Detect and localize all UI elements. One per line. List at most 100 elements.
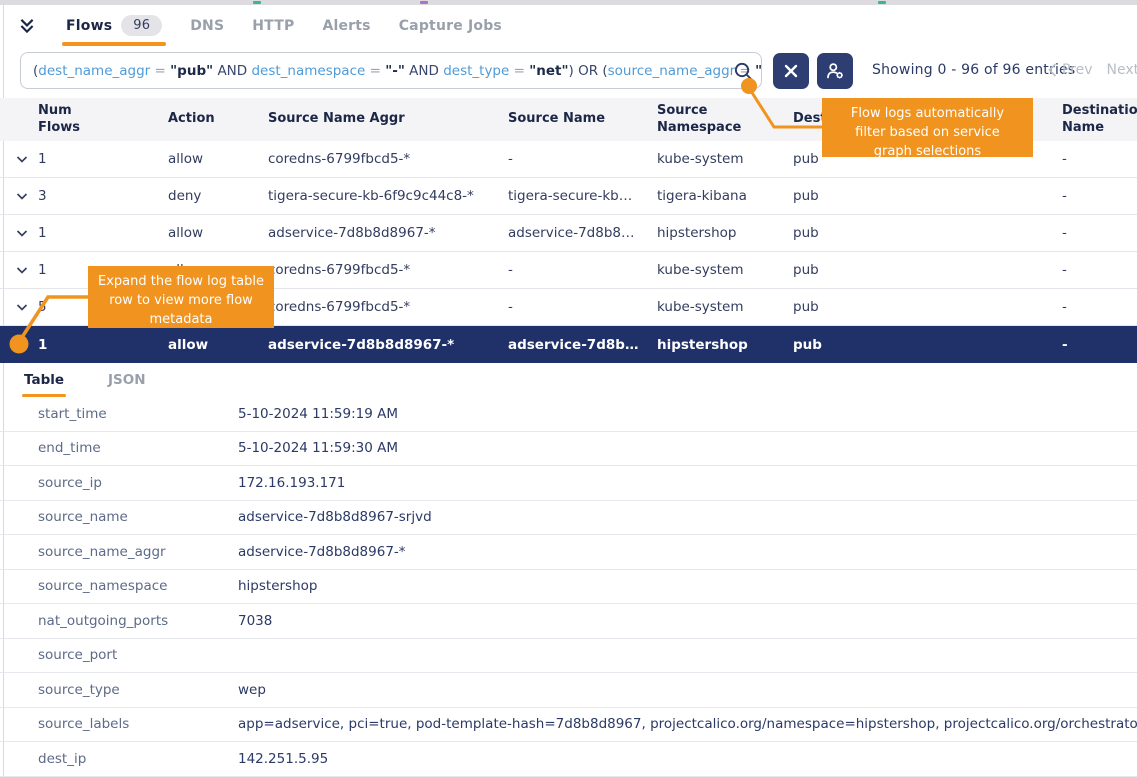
detail-key: source_name_aggr — [38, 544, 238, 560]
tab-label: HTTP — [252, 18, 294, 34]
flow-cell-src_ns: kube-system — [657, 262, 793, 278]
detail-row: source_namespacehipstershop — [0, 570, 1137, 605]
tab-flows[interactable]: Flows 96 — [52, 5, 176, 46]
clear-filter-button[interactable] — [773, 53, 809, 89]
expand-row-chevron-icon[interactable] — [10, 229, 38, 238]
detail-key: source_namespace — [38, 578, 238, 594]
query-token: dest_name_aggr — [38, 63, 150, 79]
detail-key: dest_ip — [38, 751, 238, 767]
flow-cell-dest_name: - — [1062, 262, 1137, 278]
tab-alerts[interactable]: Alerts — [308, 5, 384, 46]
flow-cell-num: 1 — [38, 225, 168, 241]
detail-value: 5-10-2024 11:59:30 AM — [238, 440, 1137, 456]
expand-row-chevron-icon[interactable] — [10, 340, 38, 349]
column-header: Destination Name — [1062, 103, 1137, 136]
flow-cell-dest_name: - — [1062, 337, 1137, 353]
flow-row[interactable]: 1allowadservice-7d8b8d8967-*adservice-7d… — [0, 326, 1137, 363]
speck — [420, 1, 428, 4]
column-header: Action — [168, 111, 268, 127]
detail-value: 5-10-2024 11:59:19 AM — [238, 406, 1137, 422]
pager: Prev Next — [1048, 62, 1137, 78]
flow-cell-src_ns: hipstershop — [657, 337, 793, 353]
filter-query-text: (dest_name_aggr = "pub" AND dest_namespa… — [33, 63, 762, 79]
flow-cell-action: deny — [168, 188, 268, 204]
next-button[interactable]: Next — [1107, 62, 1137, 78]
detail-value: 142.251.5.95 — [238, 751, 1137, 767]
detail-key: source_type — [38, 682, 238, 698]
query-token: "pub" — [755, 63, 762, 79]
expand-row-chevron-icon[interactable] — [10, 192, 38, 201]
detail-table: start_time5-10-2024 11:59:19 AMend_time5… — [0, 397, 1137, 777]
flow-cell-src_aggr: tigera-secure-kb-6f9c9c44c8-* — [268, 188, 508, 204]
tab-label: Flows — [66, 18, 112, 34]
speck — [253, 1, 261, 4]
flow-cell-src_ns: kube-system — [657, 151, 793, 167]
detail-row: end_time5-10-2024 11:59:30 AM — [0, 432, 1137, 467]
query-token: ) OR ( — [569, 63, 608, 79]
detail-tab-json[interactable]: JSON — [94, 363, 160, 397]
detail-row: source_name_aggradservice-7d8b8d8967-* — [0, 535, 1137, 570]
flow-cell-dest_name: - — [1062, 299, 1137, 315]
prev-button[interactable]: Prev — [1048, 62, 1093, 78]
flow-cell-dest_aggr: pub — [793, 225, 1062, 241]
detail-row: nat_outgoing_ports7038 — [0, 604, 1137, 639]
query-token: "pub" — [170, 63, 213, 79]
flow-logs-panel: Flows 96 DNS HTTP Alerts Capture Jobs (dest_n… — [0, 0, 1137, 777]
expand-row-chevron-icon[interactable] — [10, 266, 38, 275]
detail-key: start_time — [38, 406, 238, 422]
tab-capture-jobs[interactable]: Capture Jobs — [385, 5, 516, 46]
tab-dns[interactable]: DNS — [176, 5, 238, 46]
detail-row: source_ip172.16.193.171 — [0, 466, 1137, 501]
query-token: "-" — [385, 63, 405, 79]
tab-bar: Flows 96 DNS HTTP Alerts Capture Jobs — [10, 5, 1137, 46]
tab-label: Alerts — [322, 18, 370, 34]
chevron-left-icon — [1048, 63, 1057, 77]
detail-key: source_labels — [38, 716, 238, 732]
flow-cell-num: 1 — [38, 151, 168, 167]
expand-row-chevron-icon[interactable] — [10, 155, 38, 164]
flow-cell-src_name: adservice-7d8b8… — [508, 225, 657, 241]
user-settings-button[interactable] — [817, 53, 853, 89]
flow-row[interactable]: 1allowadservice-7d8b8d8967-*adservice-7d… — [0, 215, 1137, 252]
detail-value: hipstershop — [238, 578, 1137, 594]
column-header: Source Name Aggr — [268, 111, 508, 127]
flow-cell-src_aggr: adservice-7d8b8d8967-* — [268, 337, 508, 353]
flow-cell-num: 3 — [38, 188, 168, 204]
user-gear-icon — [825, 61, 845, 81]
tab-count-badge: 96 — [121, 15, 162, 36]
flow-cell-dest_aggr: pub — [793, 299, 1062, 315]
flow-cell-action: allow — [168, 225, 268, 241]
detail-row: source_labelsapp=adservice, pci=true, po… — [0, 708, 1137, 743]
tooltip-expand-row: Expand the flow log table row to view mo… — [88, 266, 274, 328]
flow-cell-action: allow — [168, 337, 268, 353]
flow-cell-src_aggr: coredns-6799fbcd5-* — [268, 151, 508, 167]
tooltip-service-graph-filter: Flow logs automatically filter based on … — [822, 98, 1033, 157]
flow-row[interactable]: 3denytigera-secure-kb-6f9c9c44c8-* tigera… — [0, 178, 1137, 215]
flow-cell-src_ns: kube-system — [657, 299, 793, 315]
flow-cell-src_aggr: adservice-7d8b8d8967-* — [268, 225, 508, 241]
flow-cell-src_ns: hipstershop — [657, 225, 793, 241]
detail-row: start_time5-10-2024 11:59:19 AM — [0, 397, 1137, 432]
search-input[interactable]: (dest_name_aggr = "pub" AND dest_namespa… — [20, 52, 762, 89]
flow-cell-dest_name: - — [1062, 225, 1137, 241]
query-token: AND — [213, 63, 251, 79]
search-icon[interactable] — [733, 61, 755, 87]
flow-cell-src_ns: tigera-kibana — [657, 188, 793, 204]
query-token: source_name_aggr — [608, 63, 736, 79]
tabs: Flows 96 DNS HTTP Alerts Capture Jobs — [52, 5, 516, 46]
detail-row: source_typewep — [0, 673, 1137, 708]
expand-row-chevron-icon[interactable] — [10, 303, 38, 312]
column-header: Num Flows — [38, 103, 168, 136]
detail-key: end_time — [38, 440, 238, 456]
flow-table: 1allowcoredns-6799fbcd5-*-kube-systempub… — [0, 141, 1137, 363]
detail-key: nat_outgoing_ports — [38, 613, 238, 629]
flow-cell-src_aggr: coredns-6799fbcd5-* — [268, 299, 508, 315]
query-token: dest_type — [443, 63, 509, 79]
query-token: AND — [405, 63, 443, 79]
column-header: Source Name — [508, 111, 657, 127]
tab-http[interactable]: HTTP — [238, 5, 308, 46]
column-header: Source Namespace — [657, 103, 793, 136]
speck — [878, 1, 886, 4]
collapse-panel-button[interactable] — [10, 11, 44, 41]
detail-tab-table[interactable]: Table — [10, 363, 78, 397]
